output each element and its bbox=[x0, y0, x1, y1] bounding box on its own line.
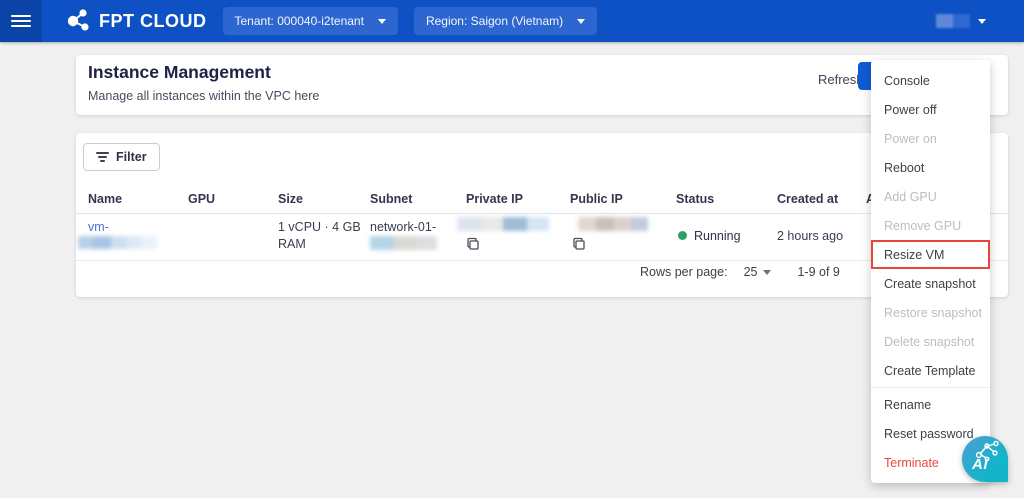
chevron-down-icon bbox=[763, 270, 771, 275]
menu-item-delete-snapshot: Delete snapshot bbox=[871, 327, 990, 356]
copy-private-ip-icon[interactable] bbox=[466, 237, 480, 251]
chevron-down-icon bbox=[978, 19, 986, 24]
menu-item-add-gpu: Add GPU bbox=[871, 182, 990, 211]
hamburger-menu-button[interactable] bbox=[0, 0, 42, 42]
redacted-vm-name bbox=[78, 236, 157, 249]
menu-item-power-off[interactable]: Power off bbox=[871, 95, 990, 124]
filter-icon bbox=[96, 150, 109, 164]
menu-divider bbox=[871, 387, 990, 388]
column-header-subnet: Subnet bbox=[370, 192, 412, 206]
page-title: Instance Management bbox=[88, 62, 271, 83]
tenant-selector[interactable]: Tenant: 000040-i2tenant bbox=[223, 7, 398, 35]
redacted-private-ip bbox=[457, 217, 549, 231]
menu-item-create-template[interactable]: Create Template bbox=[871, 356, 990, 385]
fpt-molecule-icon bbox=[64, 7, 92, 35]
vm-size-line2: RAM bbox=[278, 237, 306, 251]
brand-name: FPT CLOUD bbox=[99, 11, 207, 32]
vm-subnet: network-01- bbox=[370, 220, 436, 234]
table-row-divider bbox=[76, 260, 1008, 261]
column-header-public-ip: Public IP bbox=[570, 192, 623, 206]
page-header-card: Instance Management Manage all instances… bbox=[76, 55, 1008, 115]
vm-actions-context-menu: Console Power off Power on Reboot Add GP… bbox=[871, 60, 990, 483]
region-selector[interactable]: Region: Saigon (Vietnam) bbox=[414, 7, 597, 35]
vm-name-link[interactable]: vm- bbox=[88, 220, 109, 234]
status-label: Running bbox=[694, 229, 741, 243]
filter-button[interactable]: Filter bbox=[83, 143, 160, 171]
vm-size-line1: 1 vCPU · 4 GB bbox=[278, 220, 361, 234]
column-header-gpu: GPU bbox=[188, 192, 215, 206]
menu-item-remove-gpu: Remove GPU bbox=[871, 211, 990, 240]
status-running-dot bbox=[678, 231, 687, 240]
app-window: FPT CLOUD Tenant: 000040-i2tenant Region… bbox=[0, 0, 1024, 498]
tenant-label: Tenant: 000040-i2tenant bbox=[235, 14, 364, 28]
column-header-size: Size bbox=[278, 192, 303, 206]
brand-logo: FPT CLOUD bbox=[64, 7, 207, 35]
redacted-subnet-suffix bbox=[370, 236, 437, 250]
redacted-username bbox=[936, 14, 970, 28]
menu-item-create-snapshot[interactable]: Create snapshot bbox=[871, 269, 990, 298]
hamburger-icon bbox=[11, 12, 31, 30]
region-label: Region: Saigon (Vietnam) bbox=[426, 14, 563, 28]
copy-public-ip-icon[interactable] bbox=[572, 237, 586, 251]
ai-button-label: AI bbox=[972, 456, 988, 473]
user-account-menu[interactable] bbox=[936, 14, 986, 28]
chevron-down-icon bbox=[577, 19, 585, 24]
pagination-bar: Rows per page: 25 1-9 of 9 bbox=[640, 265, 840, 279]
chevron-down-icon bbox=[378, 19, 386, 24]
redacted-public-ip bbox=[578, 217, 648, 231]
filter-button-label: Filter bbox=[116, 150, 147, 164]
column-header-private-ip: Private IP bbox=[466, 192, 523, 206]
pagination-range: 1-9 of 9 bbox=[797, 265, 839, 279]
column-header-created-at: Created at bbox=[777, 192, 838, 206]
menu-item-power-on: Power on bbox=[871, 124, 990, 153]
rows-per-page-label: Rows per page: bbox=[640, 265, 728, 279]
column-header-status: Status bbox=[676, 192, 714, 206]
page-subtitle: Manage all instances within the VPC here bbox=[88, 89, 319, 103]
menu-item-rename[interactable]: Rename bbox=[871, 390, 990, 419]
menu-item-resize-vm[interactable]: Resize VM bbox=[871, 240, 990, 269]
menu-item-restore-snapshot: Restore snapshot bbox=[871, 298, 990, 327]
menu-item-console[interactable]: Console bbox=[871, 66, 990, 95]
menu-item-reboot[interactable]: Reboot bbox=[871, 153, 990, 182]
column-header-name: Name bbox=[88, 192, 122, 206]
table-header-divider bbox=[76, 213, 1008, 214]
ai-assistant-button[interactable]: AI bbox=[962, 436, 1008, 482]
top-navbar: FPT CLOUD Tenant: 000040-i2tenant Region… bbox=[0, 0, 1024, 42]
created-at-value: 2 hours ago bbox=[777, 229, 843, 243]
instances-table-card: Filter Name GPU Size Subnet Private IP P… bbox=[76, 133, 1008, 297]
rows-per-page-select[interactable]: 25 bbox=[744, 265, 772, 279]
